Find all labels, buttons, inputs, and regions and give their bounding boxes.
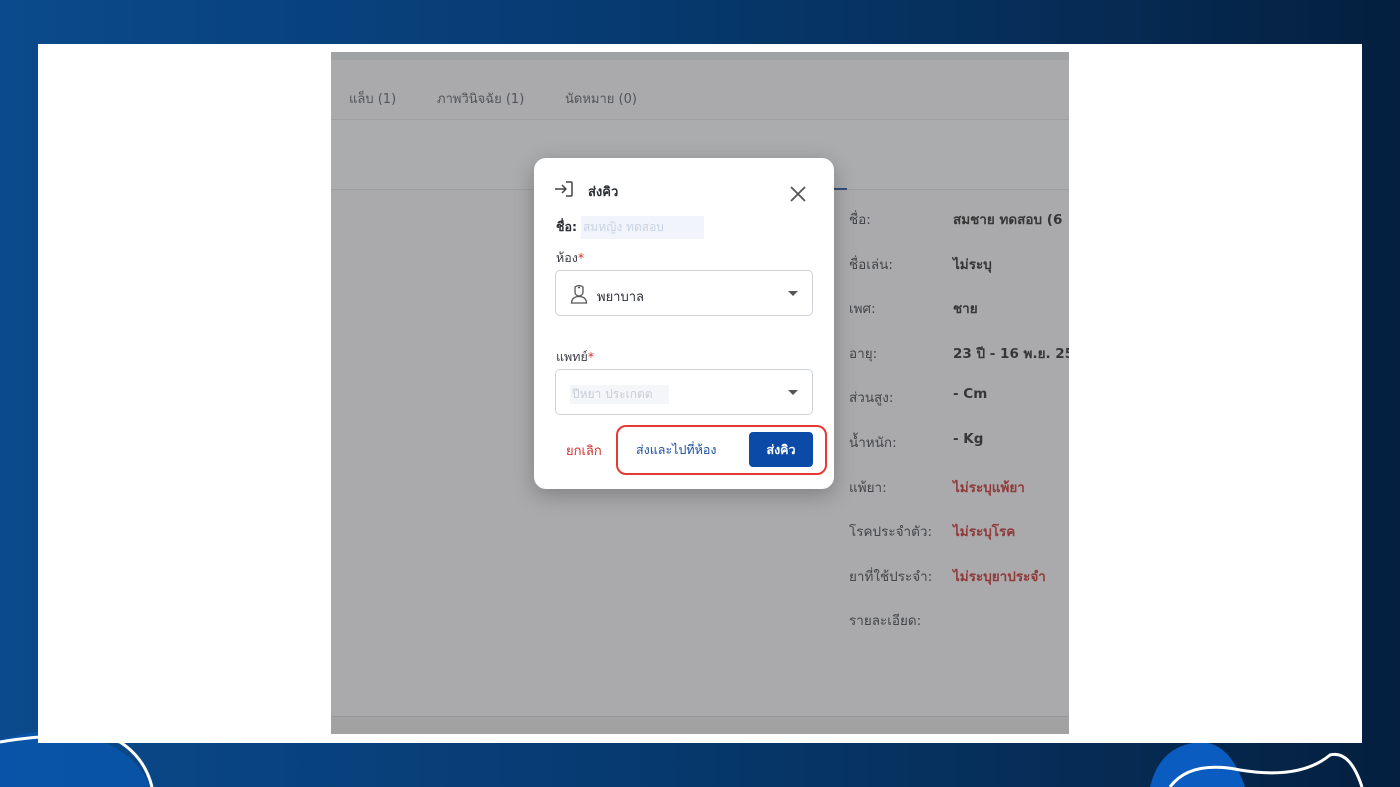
send-queue-button[interactable]: ส่งคิว — [749, 432, 813, 467]
send-and-go-to-room-button[interactable]: ส่งและไปที่ห้อง — [636, 440, 716, 460]
doctor-select[interactable]: ปีหยา ประเกตต — [555, 369, 813, 415]
chevron-down-icon — [788, 390, 798, 395]
patient-name-line: ชื่อ: สมหญิง ทดสอบ — [556, 216, 704, 239]
room-field-label: ห้อง* — [556, 250, 585, 265]
room-select[interactable]: พยาบาล — [555, 270, 813, 316]
room-select-value: พยาบาล — [597, 290, 645, 305]
sign-in-icon — [555, 181, 573, 197]
dialog-title: ส่งคิว — [588, 185, 619, 200]
nurse-icon — [570, 284, 588, 304]
cancel-button[interactable]: ยกเลิก — [566, 440, 602, 461]
required-mark: * — [577, 250, 585, 265]
chevron-down-icon — [788, 291, 798, 296]
send-queue-dialog: ส่งคิว ชื่อ: สมหญิง ทดสอบ ห้อง* พยาบาล แพ… — [534, 158, 834, 489]
doctor-field-label: แพทย์* — [556, 349, 595, 364]
doctor-select-placeholder: ปีหยา ประเกตต — [570, 385, 669, 404]
required-mark: * — [587, 349, 595, 364]
patient-name-label: ชื่อ: — [556, 219, 577, 234]
close-icon[interactable] — [786, 182, 810, 206]
patient-name-value: สมหญิง ทดสอบ — [581, 216, 704, 239]
